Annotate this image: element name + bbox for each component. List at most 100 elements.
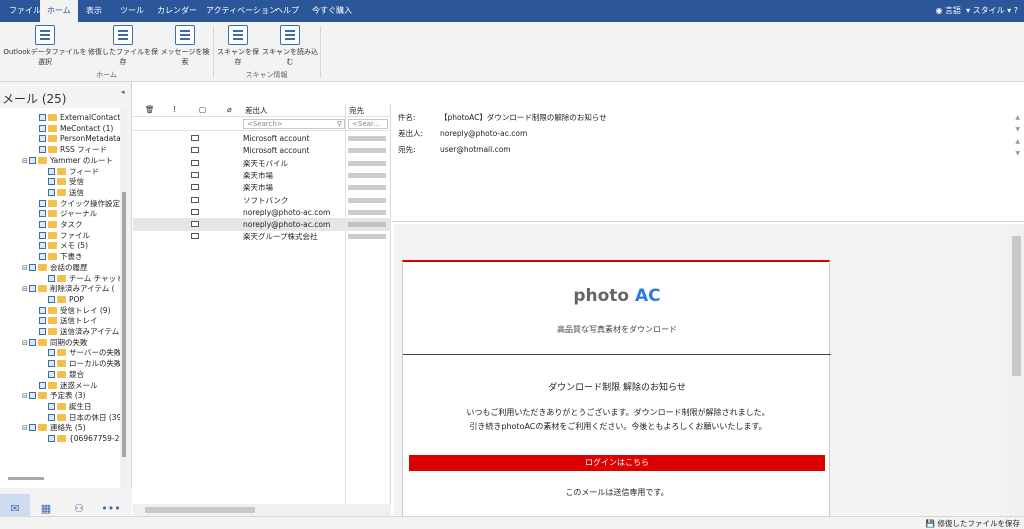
checkbox[interactable]	[48, 274, 55, 282]
checkbox[interactable]	[48, 188, 55, 196]
expand-toggle-icon[interactable]: ⊟	[22, 391, 29, 402]
style-menu[interactable]: スタイル	[973, 6, 1005, 15]
checkbox[interactable]	[39, 306, 46, 314]
table-row[interactable]: 楽天モバイル	[133, 157, 391, 170]
table-row[interactable]: noreply@photo-ac.com	[133, 206, 391, 219]
folder-tree-item[interactable]: ジャーナル	[39, 208, 97, 219]
trash-col-icon[interactable]: 🗑	[145, 105, 155, 114]
folder-tree-item[interactable]: MeContact (1)	[39, 123, 113, 134]
checkbox[interactable]	[48, 167, 55, 175]
header-scroll-arrows[interactable]: ▲ ▼ ▲ ▼	[1015, 112, 1020, 160]
from-search-input[interactable]: <Search> ⚲	[243, 119, 345, 129]
folder-tree-item[interactable]: ⊟ 削除済みアイテム (	[22, 283, 115, 294]
table-row[interactable]: 楽天市場	[133, 181, 391, 194]
expand-toggle-icon[interactable]: ⊟	[22, 423, 29, 434]
checkbox[interactable]	[48, 295, 55, 303]
help-icon[interactable]: ?	[1014, 6, 1018, 15]
load-scan-button[interactable]: スキャンを読み込む	[262, 25, 318, 67]
checkbox[interactable]	[29, 338, 36, 346]
checkbox[interactable]	[48, 178, 55, 186]
checkbox[interactable]	[48, 435, 55, 442]
collapse-pane-icon[interactable]: ◂	[121, 88, 125, 96]
folder-tree-item[interactable]: ⊟ 連絡先 (5)	[22, 422, 86, 433]
scroll-thumb[interactable]	[145, 507, 255, 513]
folder-tree-item[interactable]: ⊟ Yammer のルート	[22, 155, 113, 166]
folder-tree-item[interactable]: POP	[48, 294, 84, 305]
checkbox[interactable]	[39, 221, 46, 228]
checkbox[interactable]	[48, 360, 55, 368]
checkbox[interactable]	[48, 370, 55, 378]
folder-tree-item[interactable]: {06967759-27	[48, 433, 120, 444]
folder-tree-item[interactable]: チーム チャット	[48, 273, 120, 284]
folder-tree-item[interactable]: 誕生日	[48, 401, 92, 412]
checkbox[interactable]	[39, 199, 46, 207]
tree-scrollbar[interactable]	[121, 108, 127, 488]
save-repaired-button[interactable]: 修復したファイルを保存	[88, 25, 158, 67]
folder-tree-item[interactable]: ⊟ 同期の失敗	[22, 337, 88, 348]
table-row[interactable]: 楽天市場	[133, 169, 391, 182]
checkbox[interactable]	[39, 146, 46, 154]
to-search-input[interactable]: <Sear...	[348, 119, 388, 129]
attachment-col-icon[interactable]: ⌀	[227, 105, 232, 114]
folder-tree-item[interactable]: 送信	[48, 187, 84, 198]
tab-view[interactable]: 表示	[79, 0, 109, 22]
folder-tree-item[interactable]: タスク	[39, 219, 83, 230]
tab-tools[interactable]: ツール	[113, 0, 151, 22]
checkbox[interactable]	[39, 317, 46, 325]
folder-tree-item[interactable]: クイック操作設定	[39, 198, 120, 209]
scroll-thumb[interactable]	[1012, 236, 1021, 376]
importance-col-icon[interactable]: !	[173, 105, 176, 114]
table-row[interactable]: noreply@photo-ac.com	[133, 218, 391, 232]
table-row[interactable]: Microsoft account	[133, 132, 391, 145]
table-row[interactable]: Microsoft account	[133, 144, 391, 157]
scroll-thumb[interactable]	[122, 192, 126, 457]
folder-tree-item[interactable]: 迷惑メール	[39, 380, 98, 391]
folder-tree-item[interactable]: 下書き	[39, 251, 83, 262]
folder-tree-item[interactable]: ⊟ 会話の履歴	[22, 262, 88, 273]
select-outlook-file-button[interactable]: Outlookデータファイルを選択	[3, 25, 87, 67]
checkbox[interactable]	[39, 135, 46, 143]
checkbox[interactable]	[29, 392, 36, 400]
expand-toggle-icon[interactable]: ⊟	[22, 284, 29, 295]
folder-tree-item[interactable]: PersonMetadata	[39, 133, 120, 144]
folder-tree-item[interactable]: 受信トレイ (9)	[39, 305, 111, 316]
tab-calendar[interactable]: カレンダー	[150, 0, 204, 22]
expand-toggle-icon[interactable]: ⊟	[22, 263, 29, 274]
folder-tree-item[interactable]: 日本の休日 (39	[48, 412, 120, 423]
search-messages-button[interactable]: メッセージを検索	[159, 25, 211, 67]
folder-tree-item[interactable]: ローカルの失敗	[48, 358, 120, 369]
folder-tree-item[interactable]: フィード	[48, 166, 99, 177]
checkbox[interactable]	[48, 402, 55, 410]
checkbox[interactable]	[29, 424, 36, 432]
checkbox[interactable]	[39, 242, 46, 250]
folder-tree-item[interactable]: メモ (5)	[39, 240, 88, 251]
table-row[interactable]: 楽天グループ株式会社	[133, 230, 391, 243]
tab-home[interactable]: ホーム	[40, 0, 78, 22]
folder-tree-item[interactable]: サーバーの失敗	[48, 347, 120, 358]
tab-buy[interactable]: 今すぐ購入	[305, 0, 359, 22]
folder-tree-item[interactable]: 競合	[48, 369, 84, 380]
checkbox[interactable]	[39, 114, 46, 121]
folder-tree-item[interactable]: ⊟ 予定表 (3)	[22, 390, 86, 401]
top-right-controls[interactable]: ◉ 言語 ▾ スタイル ▾ ?	[935, 0, 1018, 22]
language-menu[interactable]: 言語	[945, 6, 961, 15]
reading-scrollbar[interactable]	[1009, 224, 1024, 516]
checkbox[interactable]	[39, 328, 46, 335]
login-link-button[interactable]: ログインはこちら	[409, 455, 825, 471]
tab-help[interactable]: ヘルプ	[268, 0, 306, 22]
checkbox[interactable]	[29, 263, 36, 271]
table-row[interactable]: ソフトバンク	[133, 194, 391, 207]
checkbox[interactable]	[39, 381, 46, 389]
checkbox[interactable]	[48, 349, 55, 357]
folder-tree-item[interactable]: 送信済みアイテム (	[39, 326, 120, 337]
type-col-icon[interactable]: ▢	[199, 105, 206, 114]
checkbox[interactable]	[39, 210, 46, 218]
tree-hscroll[interactable]	[8, 477, 44, 480]
folder-tree-item[interactable]: 受信	[48, 176, 84, 187]
checkbox[interactable]	[48, 413, 55, 421]
checkbox[interactable]	[39, 231, 46, 239]
status-save-button[interactable]: 💾 修復したファイルを保存	[926, 518, 1020, 529]
checkbox[interactable]	[39, 124, 46, 132]
folder-tree-item[interactable]: ExternalContacts	[39, 112, 120, 123]
checkbox[interactable]	[29, 285, 36, 293]
